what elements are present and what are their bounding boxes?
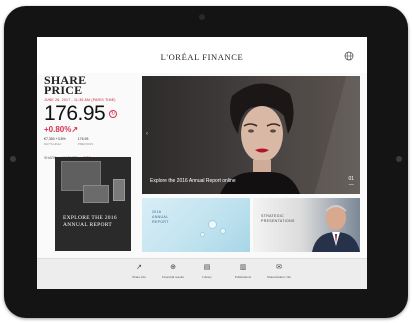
refresh-icon[interactable]: ↻ (109, 110, 118, 118)
strategic-line2: PRESENTATIONS (261, 219, 295, 223)
detail-label: PREVIOUS (77, 142, 94, 146)
hero-portrait-image (220, 83, 300, 194)
home-button[interactable] (396, 156, 402, 162)
book-icon: ▥ (239, 264, 247, 271)
explore-report-tile[interactable]: EXPLORE THE 2016 ANNUAL REPORT (55, 157, 131, 251)
nav-shareholders-info[interactable]: ✉ Shareholders' info (261, 263, 297, 279)
globe-icon[interactable] (343, 50, 355, 62)
water-drop-image (220, 228, 226, 234)
app-logo: L'ORÉAL FINANCE (160, 52, 244, 62)
nav-label: Library (202, 275, 212, 279)
phone-preview-image (113, 179, 125, 201)
share-price-title: SHARE PRICE (44, 74, 94, 97)
chevron-left-icon[interactable]: ‹ (146, 131, 148, 137)
slide-indicator: 01 — (348, 176, 354, 188)
app-screen: L'ORÉAL FINANCE SHARE PRICE JUNE 26, 201… (37, 37, 367, 289)
nav-publications[interactable]: ▥ Publications (225, 263, 261, 279)
explore-tile-text: EXPLORE THE 2016 ANNUAL REPORT (63, 215, 117, 228)
annual-line-report: REPORT (152, 220, 169, 224)
water-drop-image (200, 232, 205, 237)
bottom-navigation: ↗ Share info ⊕ Financial results ▤ Libra… (37, 258, 367, 289)
share-title-line2: PRICE (44, 83, 83, 97)
side-sensor-left (10, 156, 16, 162)
annual-report-tile[interactable]: 2016 ANNUAL REPORT (142, 198, 250, 252)
price-details: €7,350 +3.8% DAY'S HIGH 176.95 PREVIOUS (44, 137, 139, 146)
share-price-value: 176.95 (44, 102, 106, 125)
library-icon: ▤ (203, 264, 211, 271)
nav-label: Share info (132, 275, 146, 279)
detail-item: 176.95 PREVIOUS (78, 137, 94, 146)
nav-share-info[interactable]: ↗ Share info (121, 263, 157, 279)
detail-value: 176.95 (77, 137, 89, 141)
nav-library[interactable]: ▤ Library (189, 263, 225, 279)
globe-icon: ⊕ (170, 264, 176, 271)
nav-financial-results[interactable]: ⊕ Financial results (155, 263, 191, 279)
executive-portrait-image (312, 205, 360, 252)
price-change: +0.80%↗ (44, 125, 79, 134)
top-bar: L'ORÉAL FINANCE (37, 37, 367, 73)
nav-label: Financial results (162, 275, 184, 279)
hero-caption: Explore the 2016 Annual Report online (150, 178, 236, 184)
envelope-icon: ✉ (276, 264, 282, 271)
nav-label: Publications (234, 275, 252, 279)
slide-underline: — (348, 182, 354, 188)
share-price-panel: SHARE PRICE JUNE 26, 2017 - 11:35 AM (PA… (44, 74, 139, 170)
detail-item: €7,350 +3.8% DAY'S HIGH (44, 137, 66, 146)
strategic-presentations-tile[interactable]: STRATEGIC PRESENTATIONS (253, 198, 360, 252)
nav-label: Shareholders' info (266, 275, 292, 279)
strategic-label: STRATEGIC PRESENTATIONS (261, 214, 295, 224)
detail-label: DAY'S HIGH (44, 142, 61, 146)
water-drop-image (208, 220, 217, 229)
detail-value: €7,350 +3.8% (44, 137, 66, 141)
hero-banner[interactable]: ‹ Explore the 2016 Annual Report online … (142, 76, 360, 194)
price-row: 176.95 ↻ (44, 103, 139, 125)
tablet-preview-image (83, 185, 109, 203)
camera-dot (199, 14, 205, 20)
annual-report-label: 2016 ANNUAL REPORT (152, 210, 169, 225)
chart-line-icon: ↗ (136, 264, 142, 271)
